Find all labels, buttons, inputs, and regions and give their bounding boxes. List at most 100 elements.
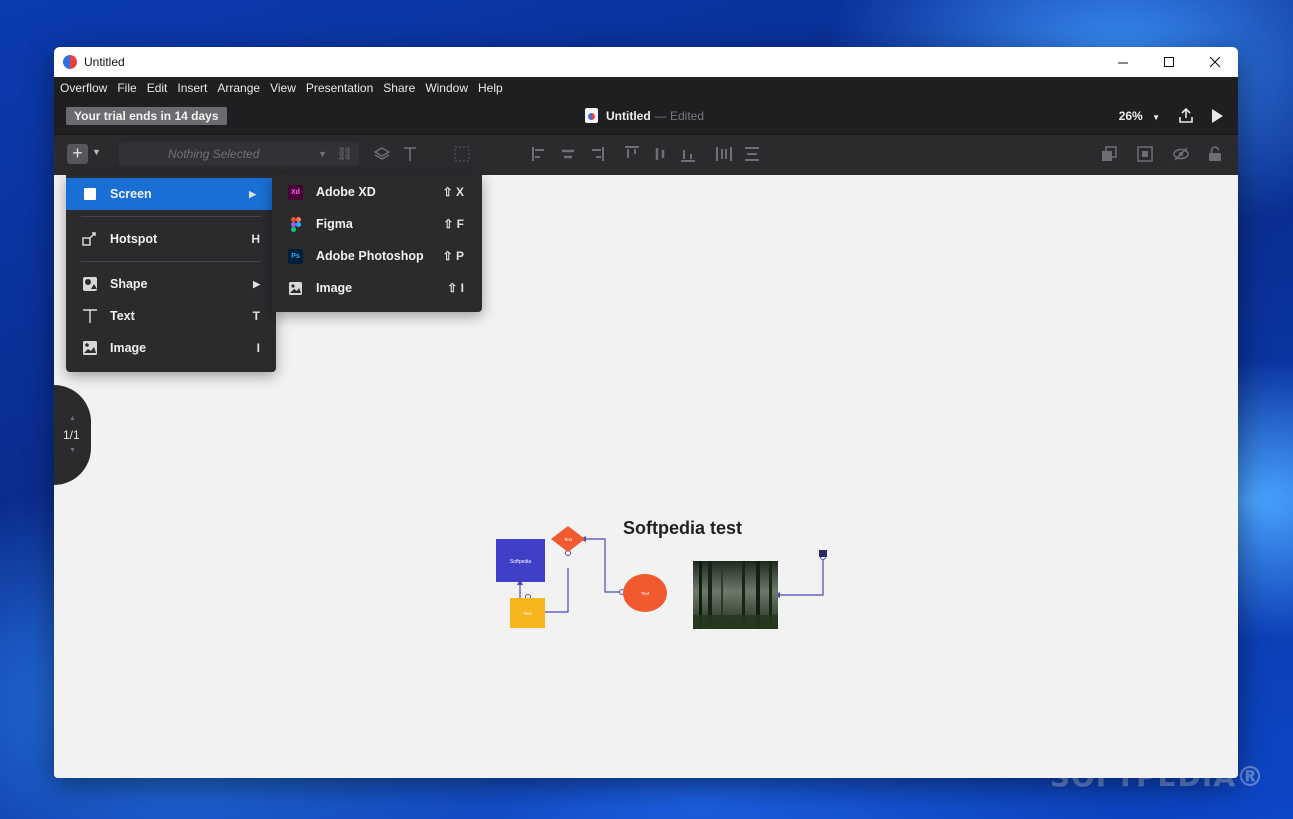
menu-item-label: Screen bbox=[110, 187, 152, 201]
note-icon[interactable] bbox=[819, 550, 827, 557]
screen-submenu: Xd Adobe XD ⇧ X Figma ⇧ F Ps Adobe Photo… bbox=[272, 175, 482, 312]
add-button[interactable]: + bbox=[67, 144, 88, 164]
app-window: Untitled Overflow File Edit Insert Arran… bbox=[54, 47, 1238, 778]
menu-item-image[interactable]: Image I bbox=[66, 332, 276, 364]
menu-help[interactable]: Help bbox=[478, 81, 503, 95]
opacity-icon[interactable] bbox=[454, 146, 470, 165]
selection-dropdown[interactable]: Nothing Selected ▼ ⛓ bbox=[119, 142, 359, 166]
window-controls bbox=[1100, 47, 1238, 77]
menu-file[interactable]: File bbox=[117, 81, 136, 95]
add-caret-icon[interactable]: ▼ bbox=[92, 147, 101, 157]
menu-edit[interactable]: Edit bbox=[147, 81, 168, 95]
menu-insert[interactable]: Insert bbox=[177, 81, 207, 95]
zoom-dropdown[interactable]: 26% ▼ bbox=[1119, 109, 1160, 123]
shortcut-key: I bbox=[256, 341, 260, 355]
chevron-down-icon: ▼ bbox=[1152, 113, 1160, 122]
zoom-value: 26% bbox=[1118, 109, 1143, 123]
align-bottom-icon[interactable] bbox=[680, 146, 696, 165]
align-top-icon[interactable] bbox=[624, 146, 640, 165]
title-bar: Untitled bbox=[54, 47, 1238, 77]
menu-separator bbox=[81, 261, 261, 262]
menu-share[interactable]: Share bbox=[383, 81, 415, 95]
text-icon bbox=[82, 308, 98, 324]
menu-overflow[interactable]: Overflow bbox=[60, 81, 107, 95]
align-center-horizontal-icon[interactable] bbox=[560, 146, 576, 165]
play-button[interactable] bbox=[1210, 108, 1224, 128]
menu-item-shape[interactable]: Shape ▶ bbox=[66, 268, 276, 300]
document-icon bbox=[585, 108, 598, 123]
shortcut-key: T bbox=[252, 309, 260, 323]
format-toolbar: + ▼ Nothing Selected ▼ ⛓ bbox=[54, 135, 1238, 175]
maximize-button[interactable] bbox=[1146, 47, 1192, 77]
submenu-item-image[interactable]: Image ⇧ I bbox=[272, 272, 482, 304]
submenu-item-label: Image bbox=[316, 281, 353, 295]
adobe-xd-icon: Xd bbox=[288, 184, 303, 200]
connector-note-to-photo bbox=[780, 556, 824, 596]
menu-item-label: Image bbox=[110, 341, 147, 355]
screen-icon bbox=[82, 186, 98, 202]
distribute-horizontal-icon[interactable] bbox=[716, 146, 732, 165]
align-right-icon[interactable] bbox=[588, 146, 604, 165]
node-yellow-label: Text bbox=[523, 611, 532, 616]
share-export-button[interactable] bbox=[1178, 107, 1194, 128]
align-middle-icon[interactable] bbox=[652, 146, 668, 165]
close-button[interactable] bbox=[1192, 47, 1238, 77]
submenu-item-photoshop[interactable]: Ps Adobe Photoshop ⇧ P bbox=[272, 240, 482, 272]
selection-placeholder: Nothing Selected bbox=[168, 147, 260, 161]
shortcut-key: ⇧ P bbox=[442, 249, 464, 263]
menu-view[interactable]: View bbox=[270, 81, 296, 95]
document-toolbar: Your trial ends in 14 days Untitled — Ed… bbox=[54, 99, 1238, 135]
menu-item-screen[interactable]: Screen ▶ bbox=[66, 178, 272, 210]
shortcut-key: ⇧ X bbox=[442, 185, 464, 199]
layers-icon[interactable] bbox=[373, 146, 391, 165]
chevron-down-icon: ▼ bbox=[318, 149, 327, 159]
shape-icon bbox=[82, 276, 98, 292]
link-icon[interactable]: ⛓ bbox=[336, 142, 353, 166]
connector-diamond-to-yellow bbox=[544, 568, 569, 613]
forest-photo[interactable] bbox=[693, 561, 778, 629]
menu-item-label: Shape bbox=[110, 277, 148, 291]
menu-item-label: Text bbox=[110, 309, 135, 323]
shortcut-key: ⇧ I bbox=[447, 281, 464, 295]
submenu-item-figma[interactable]: Figma ⇧ F bbox=[272, 208, 482, 240]
node-ellipse-label: Text bbox=[641, 591, 650, 596]
menu-presentation[interactable]: Presentation bbox=[306, 81, 373, 95]
hotspot-icon bbox=[82, 231, 98, 247]
menu-arrange[interactable]: Arrange bbox=[217, 81, 260, 95]
text-style-icon[interactable] bbox=[402, 146, 418, 165]
submenu-item-adobe-xd[interactable]: Xd Adobe XD ⇧ X bbox=[272, 176, 482, 208]
connector-ellipse-to-diamond bbox=[586, 538, 622, 593]
lock-icon[interactable] bbox=[1208, 146, 1222, 165]
menu-window[interactable]: Window bbox=[425, 81, 468, 95]
minimize-button[interactable] bbox=[1100, 47, 1146, 77]
maximize-icon bbox=[1163, 56, 1174, 67]
group-icon[interactable] bbox=[1101, 146, 1117, 165]
document-title-area[interactable]: Untitled — Edited bbox=[585, 108, 704, 123]
document-name: Untitled bbox=[606, 108, 651, 123]
shortcut-key: ⇧ F bbox=[443, 217, 464, 231]
menu-item-text[interactable]: Text T bbox=[66, 300, 276, 332]
node-softpedia-label: Softpedia bbox=[510, 559, 531, 565]
menu-separator bbox=[81, 216, 261, 217]
app-logo-icon bbox=[63, 55, 77, 69]
window-title: Untitled bbox=[84, 55, 125, 69]
figma-icon bbox=[288, 216, 303, 232]
submenu-arrow-icon: ▶ bbox=[249, 188, 256, 199]
image-icon bbox=[82, 340, 98, 356]
submenu-item-label: Figma bbox=[316, 217, 353, 231]
minimize-icon bbox=[1117, 62, 1128, 63]
menu-item-label: Hotspot bbox=[110, 232, 158, 246]
distribute-vertical-icon[interactable] bbox=[744, 146, 760, 165]
mask-icon[interactable] bbox=[1137, 146, 1153, 165]
align-left-icon[interactable] bbox=[532, 146, 548, 165]
submenu-arrow-icon: ▶ bbox=[253, 278, 260, 289]
visibility-icon[interactable] bbox=[1173, 146, 1189, 165]
insert-menu: Screen ▶ Hotspot H Shape ▶ Text T Image … bbox=[66, 175, 276, 372]
trial-badge[interactable]: Your trial ends in 14 days bbox=[66, 107, 227, 125]
menu-bar: Overflow File Edit Insert Arrange View P… bbox=[54, 77, 1238, 99]
play-icon bbox=[1212, 109, 1223, 123]
menu-item-hotspot[interactable]: Hotspot H bbox=[66, 223, 276, 255]
close-icon bbox=[1209, 56, 1220, 67]
node-diamond-label: Text bbox=[564, 537, 573, 542]
submenu-item-label: Adobe Photoshop bbox=[316, 249, 424, 263]
